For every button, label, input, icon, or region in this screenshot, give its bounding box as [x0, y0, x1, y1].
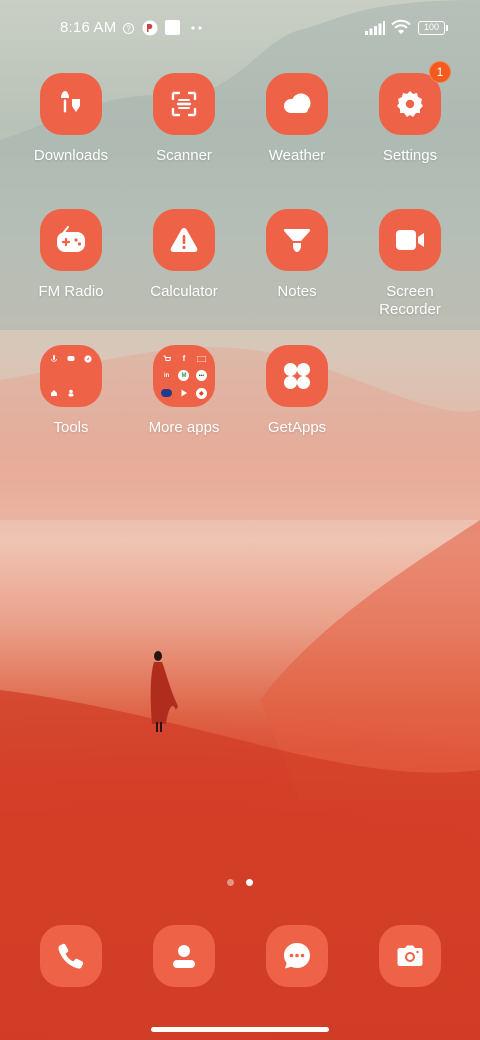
download-icon: [40, 73, 102, 135]
app-downloads[interactable]: Downloads: [15, 73, 127, 165]
app-screen-recorder[interactable]: Screen Recorder: [354, 209, 466, 319]
notification-badge: 1: [429, 61, 451, 83]
wifi-icon: [391, 19, 411, 34]
app-settings[interactable]: 1 Settings: [354, 61, 466, 165]
message-icon: [284, 943, 310, 969]
compass-mini-icon: [83, 353, 94, 364]
app-notes[interactable]: Notes: [241, 209, 353, 301]
more-dots-icon: [191, 26, 202, 30]
app-label: Notes: [277, 283, 317, 300]
white-square-icon: [165, 20, 180, 35]
cloud-icon: [266, 73, 328, 135]
data-saver-icon: ?: [123, 23, 134, 34]
home-indicator[interactable]: [151, 1027, 329, 1032]
app-label: Screen Recorder: [379, 283, 441, 318]
facebook-mini-icon: f: [182, 354, 186, 364]
contact-icon: [173, 945, 195, 968]
folder-icon: f in M ••• ◆: [153, 345, 215, 407]
dock-contacts[interactable]: [153, 925, 215, 987]
dock-camera[interactable]: [379, 925, 441, 987]
person-mini-icon: [65, 388, 76, 399]
folder-more-apps[interactable]: f in M ••• ◆ More apps: [128, 345, 240, 437]
gear-icon: 1: [379, 61, 451, 135]
app-label: Downloads: [33, 147, 109, 164]
app-label: Settings: [382, 147, 438, 164]
page-indicator: [0, 879, 480, 886]
mi-store-mini-icon: M: [178, 370, 190, 382]
play-store-mini-icon: [178, 388, 189, 399]
person-figure: [150, 651, 178, 732]
app-calculator[interactable]: Calculator: [128, 209, 240, 301]
dock-messages[interactable]: [266, 925, 328, 987]
svg-text:?: ?: [126, 25, 131, 34]
app-weather[interactable]: Weather: [241, 73, 353, 165]
app-getapps[interactable]: GetApps: [241, 345, 353, 437]
status-bar: 8:16 AM ? 100: [0, 0, 480, 56]
getapps-icon: [266, 345, 328, 407]
page-dot-active[interactable]: [246, 879, 253, 886]
app-label: Weather: [268, 147, 326, 164]
cart-mini-icon: [161, 353, 172, 364]
app-label: Calculator: [150, 283, 218, 300]
battery-level: 100: [418, 21, 445, 35]
battery-icon: 100: [418, 21, 448, 35]
home-mini-icon: [48, 388, 59, 399]
app-label: GetApps: [267, 419, 327, 436]
chat-app-mini-icon: •••: [195, 370, 207, 382]
chat-mini-icon: [65, 353, 76, 364]
app-label: Tools: [53, 419, 89, 436]
funnel-icon: [266, 209, 328, 271]
phone-icon: [58, 943, 84, 969]
camera-icon: [397, 945, 423, 966]
notification-app-icon: [142, 20, 158, 36]
scanner-icon: [153, 73, 215, 135]
video-camera-icon: [379, 209, 441, 271]
mic-mini-icon: [48, 353, 59, 364]
dock-phone[interactable]: [40, 925, 102, 987]
news-mini-icon: [161, 389, 173, 398]
folder-tools[interactable]: Tools: [15, 345, 127, 437]
radio-icon: [40, 209, 102, 271]
app-label: FM Radio: [38, 283, 104, 300]
folder-icon: [40, 345, 102, 407]
app-fm-radio[interactable]: FM Radio: [15, 209, 127, 301]
warning-triangle-icon: [153, 209, 215, 271]
clock: 8:16 AM: [60, 19, 117, 36]
signal-icon: [365, 21, 385, 35]
linkedin-mini-icon: in: [163, 372, 170, 379]
shop-mini-icon: ◆: [195, 387, 207, 399]
app-label: More apps: [148, 419, 220, 436]
page-dot[interactable]: [227, 879, 234, 886]
app-scanner[interactable]: Scanner: [128, 73, 240, 165]
app-label: Scanner: [156, 147, 212, 164]
prime-mini-icon: [196, 353, 207, 364]
